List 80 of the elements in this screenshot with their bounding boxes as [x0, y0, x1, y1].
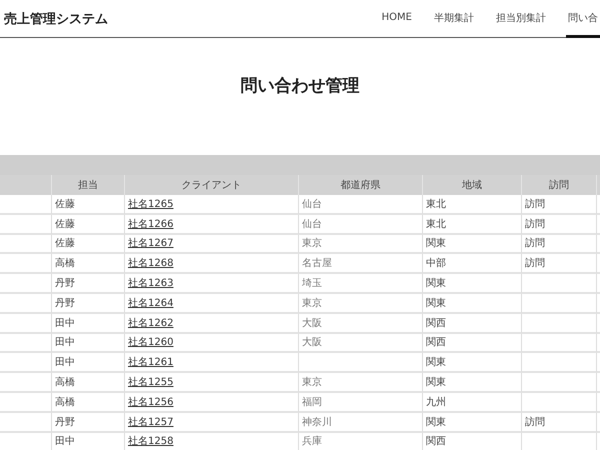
- client-link[interactable]: 社名1262: [128, 316, 174, 330]
- table-cell: 九州: [423, 392, 522, 413]
- client-link[interactable]: 社名1255: [128, 375, 174, 390]
- table-cell: 訪問: [522, 254, 597, 274]
- table-cell: 関西: [423, 334, 522, 354]
- table-cell: 田中: [52, 314, 125, 334]
- client-link[interactable]: 社名1267: [128, 236, 174, 250]
- table-cell: 高橋: [52, 392, 125, 413]
- page-heading: 問い合わせ管理: [240, 75, 360, 98]
- table-cell: 丹野: [52, 412, 125, 433]
- table-cell: 高橋: [52, 254, 125, 274]
- table-cell: 丹野: [52, 294, 125, 314]
- table-cell: [0, 214, 52, 235]
- table-cell: 田中: [52, 353, 125, 374]
- column-header: クライアント: [125, 175, 299, 195]
- column-header: 訪問: [522, 175, 597, 195]
- column-header: 地域: [423, 175, 522, 195]
- client-link[interactable]: 社名1256: [128, 394, 174, 409]
- table-cell: 神奈川: [299, 412, 423, 433]
- table-cell: 仙台: [299, 214, 423, 235]
- table-cell: [0, 195, 52, 215]
- table-cell: 埼玉: [299, 274, 423, 294]
- table-cell: 関東: [423, 412, 522, 433]
- table-cell: 関西: [423, 314, 522, 334]
- table-cell: 訪問: [522, 214, 597, 235]
- table-cell: [0, 373, 52, 393]
- table-cell: 佐藤: [52, 234, 125, 254]
- table-cell: [0, 412, 52, 433]
- table-cell: [0, 234, 52, 254]
- table-cell: 訪問: [522, 195, 597, 215]
- table-cell: 関東: [423, 373, 522, 393]
- column-header: [0, 175, 52, 195]
- app-title: 売上管理システム: [3, 10, 108, 28]
- table-cell: 関東: [423, 274, 522, 294]
- column-header: 都道府県: [299, 175, 423, 195]
- table-cell: [0, 254, 52, 274]
- nav-tab[interactable]: 担当別集計: [494, 0, 548, 38]
- table-cell: 大阪: [299, 334, 423, 354]
- table-cell: 田中: [52, 432, 125, 450]
- table-cell: 大阪: [299, 314, 423, 334]
- table-cell: [0, 392, 52, 413]
- table-cell: 訪問: [522, 234, 597, 254]
- table-cell: 丹野: [52, 274, 125, 294]
- table-cell: 東京: [299, 234, 423, 254]
- client-link[interactable]: 社名1260: [128, 335, 174, 350]
- client-link[interactable]: 社名1257: [128, 414, 174, 429]
- table-cell: 高橋: [52, 373, 125, 393]
- table-cell: 訪問: [522, 412, 597, 433]
- table-cell: 仙台: [299, 195, 423, 215]
- table-cell: 兵庫: [299, 432, 423, 450]
- client-link[interactable]: 社名1263: [128, 276, 174, 290]
- table-cell: [0, 294, 52, 314]
- table-cell: 名古屋: [299, 254, 423, 274]
- table-cell: 東北: [423, 195, 522, 215]
- nav-tab[interactable]: 問い合: [566, 0, 600, 38]
- table-cell: [0, 314, 52, 334]
- nav-tab[interactable]: 半期集計: [432, 0, 476, 38]
- column-header: 担当: [52, 175, 125, 195]
- table-cell: 中部: [423, 254, 522, 274]
- table-cell: 福岡: [299, 392, 423, 413]
- nav-tab[interactable]: HOME: [380, 0, 414, 38]
- table-cell: [0, 334, 52, 354]
- client-link[interactable]: 社名1266: [128, 216, 174, 231]
- table-cell: 関東: [423, 353, 522, 374]
- client-link[interactable]: 社名1265: [128, 196, 174, 211]
- table-cell: 佐藤: [52, 214, 125, 235]
- client-link[interactable]: 社名1258: [128, 434, 174, 448]
- table-cell: 関東: [423, 234, 522, 254]
- table-cell: 関東: [423, 294, 522, 314]
- table-cell: [0, 274, 52, 294]
- table-cell: 東北: [423, 214, 522, 235]
- client-link[interactable]: 社名1261: [128, 355, 174, 370]
- table-cell: [0, 353, 52, 374]
- table-cell: 佐藤: [52, 195, 125, 215]
- client-link[interactable]: 社名1264: [128, 296, 174, 310]
- table-cell: 関西: [423, 432, 522, 450]
- table-cell: 田中: [52, 334, 125, 354]
- table-cell: 東京: [299, 373, 423, 393]
- client-link[interactable]: 社名1268: [128, 256, 174, 270]
- table-cell: 東京: [299, 294, 423, 314]
